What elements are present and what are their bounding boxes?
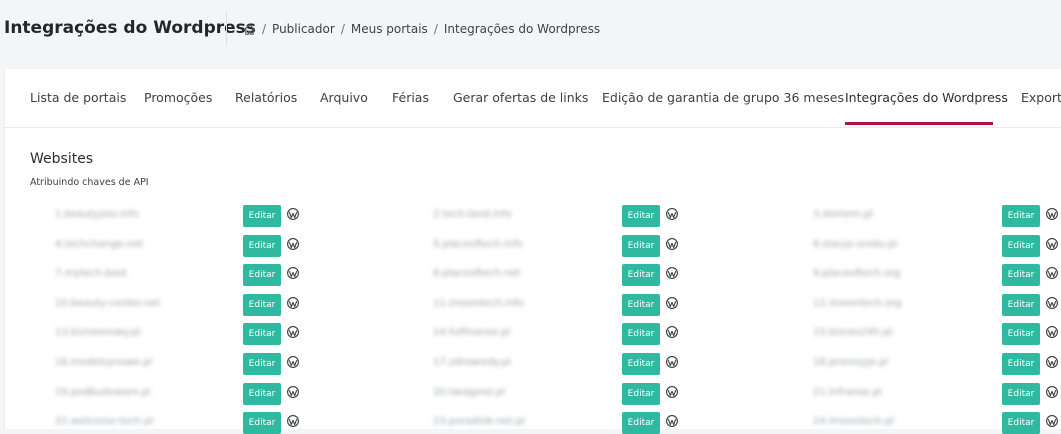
edit-button[interactable]: Editar [243, 264, 281, 287]
website-name: 5.placeoftech.info [433, 238, 523, 250]
edit-button[interactable]: Editar [622, 234, 660, 257]
breadcrumb-separator: / [433, 22, 438, 36]
wordpress-icon [1046, 208, 1058, 220]
website-name: 16.modelsynowe.pl [55, 357, 153, 368]
wordpress-icon [287, 296, 299, 309]
breadcrumb-publicador[interactable]: Publicador [272, 22, 335, 36]
tab-arquivo[interactable]: Arquivo [320, 90, 368, 105]
website-name: 13.biznesnowy.pl [55, 327, 141, 339]
tab-bar: Lista de portais Promoções Relatórios Ar… [5, 69, 1061, 128]
active-tab-indicator [845, 122, 993, 125]
section-title: Websites [30, 151, 94, 167]
website-name: 20.twojgrod.pl [433, 386, 505, 398]
website-name: 2.tech-land.info [433, 209, 512, 220]
website-name: 1.beautyzoo.info [55, 209, 139, 220]
website-name: 12.imoontech.org [813, 297, 902, 309]
breadcrumb-meus-portais[interactable]: Meus portais [351, 22, 428, 36]
wordpress-icon [1046, 415, 1058, 428]
home-icon[interactable] [243, 23, 256, 36]
wordpress-icon [666, 326, 678, 339]
breadcrumb-current: Integrações do Wordpress [443, 22, 601, 36]
edit-button[interactable]: Editar [1002, 323, 1040, 346]
breadcrumb: / Publicador / Meus portais / Integraçõe… [243, 21, 600, 37]
website-name: 3.domem.pl [813, 209, 873, 220]
website-name: 10.beauty-center.net [55, 297, 160, 309]
website-name: 14.fulfinanse.pl [433, 327, 511, 339]
tab-gerar-ofertas[interactable]: Gerar ofertas de links [453, 90, 588, 105]
wordpress-icon [1046, 267, 1058, 280]
wordpress-icon [287, 326, 299, 339]
top-bar: Integrações do Wordpress / Publicador / … [0, 0, 1061, 68]
edit-button[interactable]: Editar [1002, 382, 1040, 405]
edit-button[interactable]: Editar [622, 382, 660, 405]
website-name: 7.mytech.best [55, 268, 127, 280]
edit-button[interactable]: Editar [622, 412, 660, 434]
edit-button[interactable]: Editar [1002, 293, 1040, 316]
website-name: 4.techchange.net [55, 238, 143, 250]
edit-button[interactable]: Editar [622, 205, 660, 227]
wordpress-icon [666, 237, 678, 250]
website-name: 18.promoyje.pl [813, 357, 889, 368]
wordpress-icon [1046, 326, 1058, 339]
wordpress-icon [1046, 237, 1058, 250]
website-name: 8.placeoftech.net [433, 268, 521, 280]
wordpress-icon [666, 385, 678, 398]
breadcrumb-separator: / [262, 22, 267, 36]
edit-button[interactable]: Editar [1002, 264, 1040, 287]
wordpress-icon [666, 356, 678, 368]
wordpress-icon [287, 356, 299, 368]
edit-button[interactable]: Editar [243, 323, 281, 346]
edit-button[interactable]: Editar [622, 293, 660, 316]
edit-button[interactable]: Editar [243, 205, 281, 227]
tab-exportar[interactable]: Exportar [1021, 90, 1061, 105]
website-name: 6.stacja-urodu.pl [813, 238, 898, 250]
breadcrumb-separator: / [340, 22, 345, 36]
tab-edicao-garantia[interactable]: Edição de garantia de grupo 36 meses [602, 90, 844, 105]
wordpress-icon [287, 237, 299, 250]
wordpress-icon [287, 385, 299, 398]
edit-button[interactable]: Editar [1002, 205, 1040, 227]
tab-lista-de-portais[interactable]: Lista de portais [30, 90, 126, 105]
wordpress-icon [666, 415, 678, 428]
website-name: 9.placeoftech.org [813, 268, 901, 280]
title-divider [226, 12, 227, 46]
tab-ferias[interactable]: Férias [392, 90, 429, 105]
wordpress-icon [666, 296, 678, 309]
tab-promocoes[interactable]: Promoções [144, 90, 212, 105]
website-name: 15.biznes24h.pl [813, 327, 893, 339]
edit-button[interactable]: Editar [1002, 353, 1040, 375]
edit-button[interactable]: Editar [243, 234, 281, 257]
website-name: 19.podbudowani.pl [55, 386, 151, 398]
tab-integracoes-wordpress[interactable]: Integrações do Wordpress [845, 90, 1008, 105]
website-name: 21.infranse.pl [813, 386, 882, 398]
wordpress-icon [1046, 296, 1058, 309]
wordpress-icon [1046, 385, 1058, 398]
edit-button[interactable]: Editar [622, 353, 660, 375]
edit-button[interactable]: Editar [243, 353, 281, 375]
website-name: 17.zdrowiedy.pl [433, 357, 511, 368]
edit-button[interactable]: Editar [622, 323, 660, 346]
wordpress-icon [1046, 356, 1058, 368]
wordpress-icon [666, 208, 678, 220]
tab-relatorios[interactable]: Relatórios [235, 90, 297, 105]
edit-button[interactable]: Editar [243, 382, 281, 405]
wordpress-icon [287, 267, 299, 280]
wordpress-icon [287, 208, 299, 220]
page-title: Integrações do Wordpress [4, 18, 256, 38]
edit-button[interactable]: Editar [243, 293, 281, 316]
wordpress-icon [287, 415, 299, 428]
edit-button[interactable]: Editar [1002, 234, 1040, 257]
edit-button[interactable]: Editar [243, 412, 281, 434]
website-name: 11.imoontech.info [433, 297, 524, 309]
edit-button[interactable]: Editar [622, 264, 660, 287]
wordpress-icon [666, 267, 678, 280]
section-subtitle: Atribuindo chaves de API [30, 177, 149, 188]
edit-button[interactable]: Editar [1002, 412, 1040, 434]
content-card: Lista de portais Promoções Relatórios Ar… [4, 69, 1061, 434]
